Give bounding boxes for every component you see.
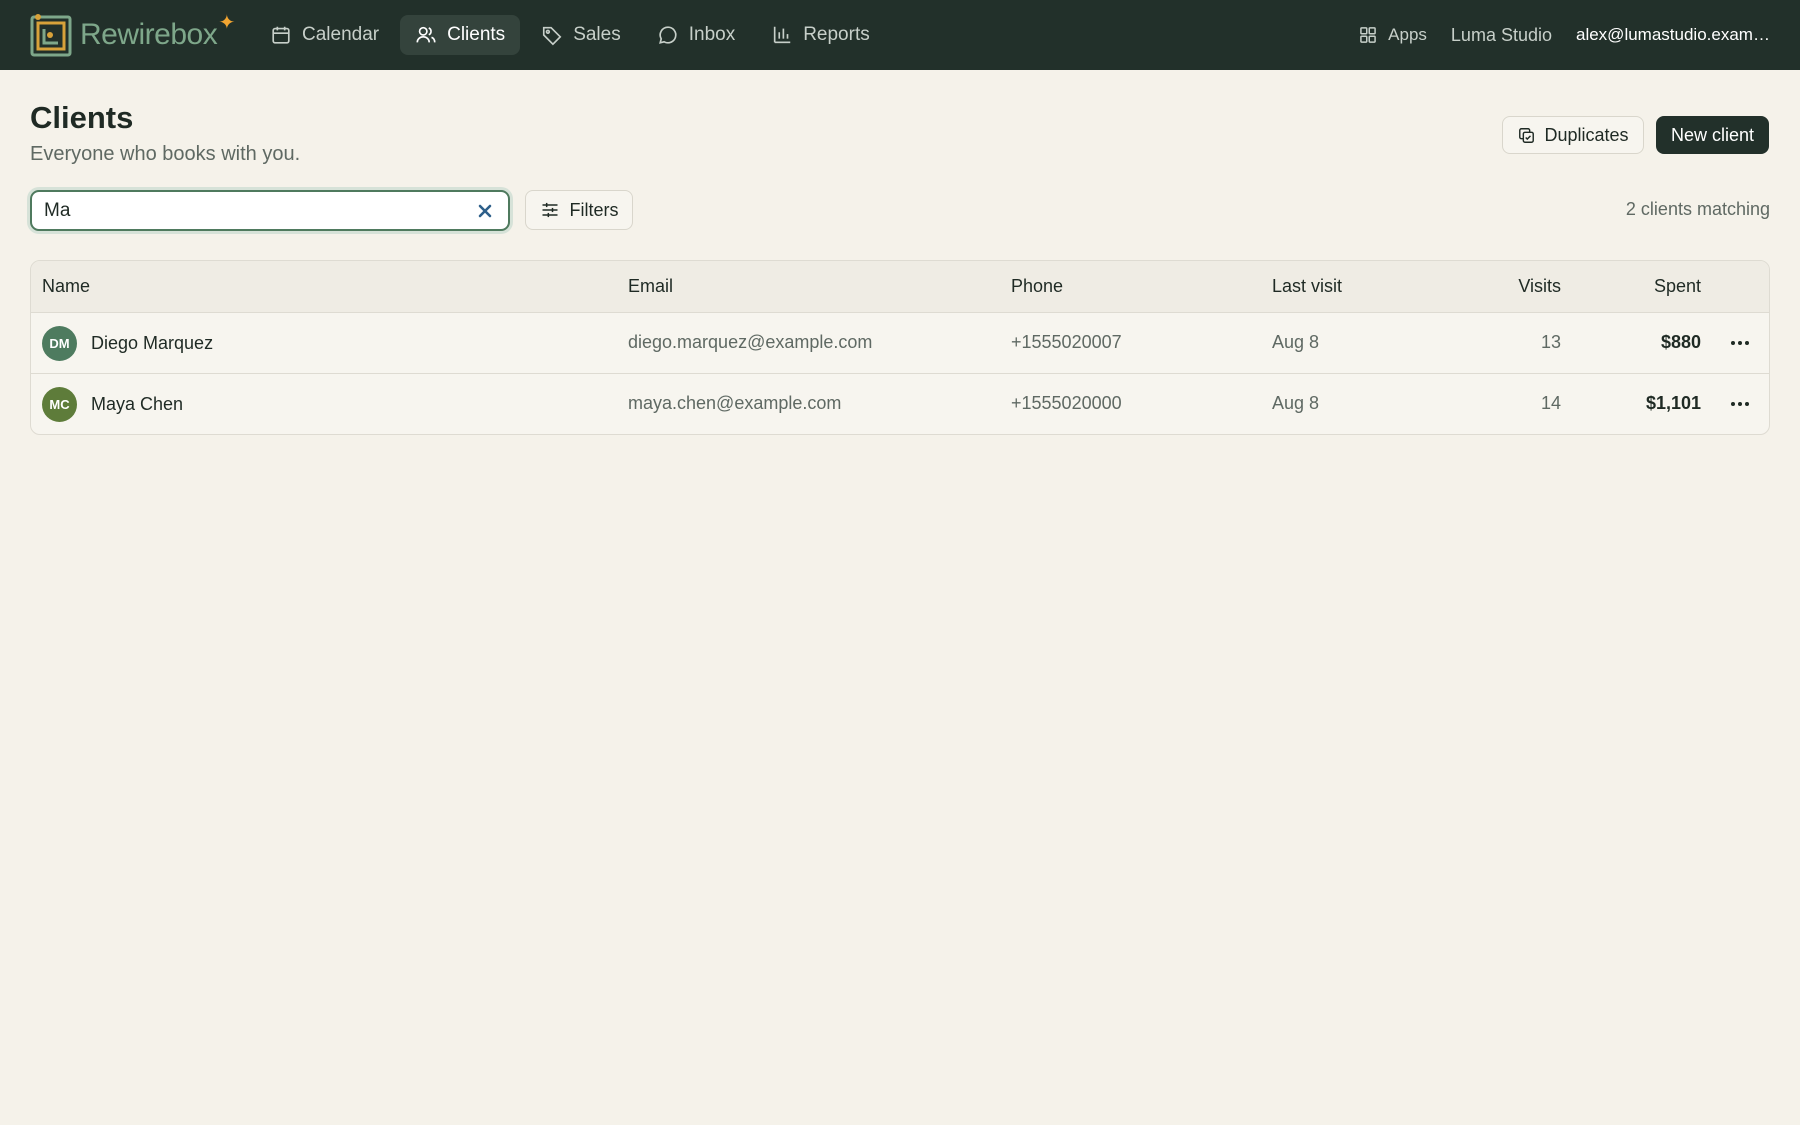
client-spent: $1,101 <box>1645 393 1701 413</box>
new-client-button[interactable]: New client <box>1656 116 1769 154</box>
top-right-menu: Apps Luma Studio alex@lumastudio.example… <box>1358 0 1770 70</box>
calendar-icon <box>272 26 290 44</box>
nav-calendar[interactable]: Calendar <box>255 15 394 55</box>
grid-icon <box>1360 27 1377 43</box>
column-header-name[interactable]: Name <box>42 276 90 297</box>
duplicates-button[interactable]: Duplicates <box>1502 116 1644 154</box>
nav-reports[interactable]: Reports <box>756 15 885 55</box>
client-visits: 14 <box>1540 393 1561 413</box>
table-header: Name Email Phone Last visit Visits Spent <box>31 261 1769 313</box>
chat-icon <box>658 26 677 44</box>
client-name[interactable]: Maya Chen <box>91 394 183 415</box>
page-subtitle: Everyone who books with you. <box>30 143 301 165</box>
column-header-last-visit[interactable]: Last visit <box>1272 276 1342 297</box>
top-navigation-bar: Rewirebox ✦ Calendar Clients Sales Inbox… <box>0 0 1800 70</box>
rewirebox-logo-icon <box>30 14 72 57</box>
column-header-spent[interactable]: Spent <box>1654 276 1701 297</box>
client-phone: +1555020000 <box>1011 393 1122 413</box>
client-name-cell: MC Maya Chen <box>42 387 183 422</box>
column-header-visits[interactable]: Visits <box>1518 276 1561 297</box>
nav-inbox[interactable]: Inbox <box>642 15 750 55</box>
user-account-menu[interactable]: alex@lumastudio.example.com <box>1576 25 1770 45</box>
filters-button[interactable]: Filters <box>525 190 633 230</box>
client-name-cell: DM Diego Marquez <box>42 326 213 361</box>
main-nav: Calendar Clients Sales Inbox Reports <box>255 0 891 70</box>
client-search-box <box>30 190 510 231</box>
clients-table: Name Email Phone Last visit Visits Spent… <box>30 260 1770 435</box>
client-email: diego.marquez@example.com <box>628 332 873 352</box>
nav-inbox-label: Inbox <box>688 24 736 45</box>
more-options-icon[interactable] <box>1729 333 1751 353</box>
bar-chart-icon <box>774 26 791 44</box>
brand-name: Rewirebox <box>80 18 218 51</box>
match-count: 2 clients matching <box>1625 199 1770 219</box>
page-title: Clients <box>30 100 134 135</box>
avatar: DM <box>42 326 77 361</box>
nav-calendar-label: Calendar <box>302 24 380 45</box>
studio-switcher[interactable]: Luma Studio <box>1451 25 1552 46</box>
more-options-icon[interactable] <box>1729 394 1751 414</box>
table-row[interactable]: DM Diego Marquez diego.marquez@example.c… <box>31 313 1769 374</box>
client-last-visit: Aug 8 <box>1272 332 1320 352</box>
clear-search-icon[interactable] <box>476 202 494 220</box>
column-header-phone[interactable]: Phone <box>1011 276 1063 297</box>
tag-icon <box>543 26 562 46</box>
client-search-input[interactable] <box>44 199 444 223</box>
sparkle-icon: ✦ <box>218 12 236 34</box>
avatar: MC <box>42 387 77 422</box>
client-phone: +1555020007 <box>1011 332 1122 352</box>
nav-clients[interactable]: Clients <box>400 15 521 55</box>
sliders-icon <box>542 202 557 218</box>
duplicate-icon <box>1519 127 1535 143</box>
nav-sales-label: Sales <box>573 24 621 45</box>
apps-label: Apps <box>1388 25 1427 44</box>
client-name[interactable]: Diego Marquez <box>91 333 213 354</box>
nav-sales[interactable]: Sales <box>526 15 636 55</box>
brand-logo-link[interactable]: Rewirebox ✦ <box>30 12 235 58</box>
client-email: maya.chen@example.com <box>628 393 842 413</box>
nav-reports-label: Reports <box>803 24 870 45</box>
client-spent: $880 <box>1660 332 1701 352</box>
nav-clients-label: Clients <box>447 24 506 45</box>
column-header-email[interactable]: Email <box>628 276 673 297</box>
duplicates-label: Duplicates <box>1544 124 1629 145</box>
table-row[interactable]: MC Maya Chen maya.chen@example.com +1555… <box>31 374 1769 434</box>
users-icon <box>416 26 436 43</box>
client-visits: 13 <box>1540 332 1561 352</box>
apps-button[interactable]: Apps <box>1358 25 1427 45</box>
client-last-visit: Aug 8 <box>1272 393 1320 413</box>
filters-label: Filters <box>569 199 619 220</box>
